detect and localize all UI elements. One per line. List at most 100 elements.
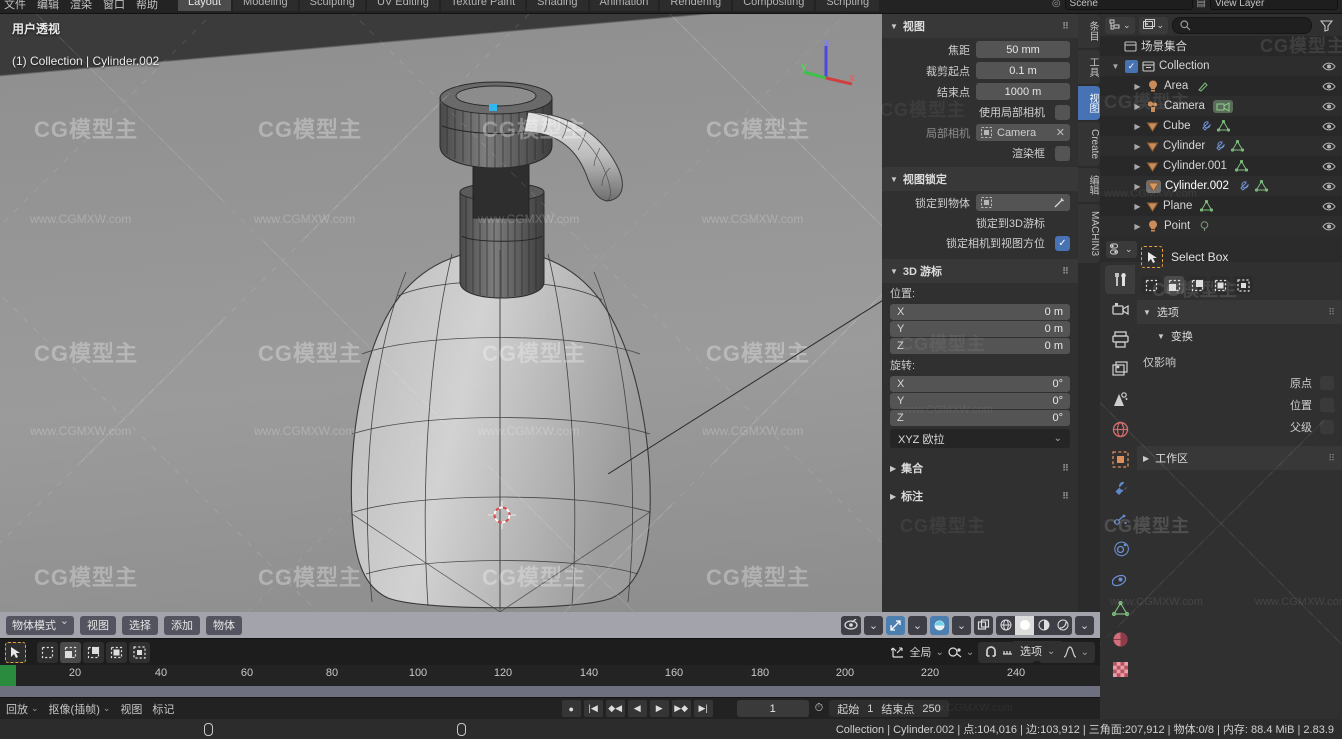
shading-rendered-icon[interactable]: [1053, 616, 1072, 635]
properties-tab-output[interactable]: [1105, 325, 1135, 354]
local-camera-field[interactable]: Camera ✕: [976, 124, 1070, 141]
affect-origins-checkbox[interactable]: [1320, 376, 1334, 390]
menu-edit[interactable]: 编辑: [37, 0, 59, 12]
3d-viewport[interactable]: CG模型主 CG模型主 CG模型主 CG模型主 CG模型主 CG模型主 CG模型…: [0, 14, 882, 612]
tab-modeling[interactable]: Modeling: [233, 0, 298, 11]
plane-expand-triangle-right-icon[interactable]: ▶: [1132, 202, 1143, 211]
visibility-eye-icon[interactable]: [1322, 61, 1336, 72]
falloff-chevron-down-icon[interactable]: ⌄: [1081, 647, 1089, 658]
select-box-tool-icon[interactable]: [1141, 246, 1163, 268]
prev-keyframe-button[interactable]: ◆◀: [605, 700, 625, 717]
timeline-menu-view[interactable]: 视图: [120, 701, 142, 717]
transform-section-header[interactable]: ▼ 变换: [1137, 324, 1342, 348]
visibility-eye-icon[interactable]: [1322, 141, 1336, 152]
cursor-position-z[interactable]: Z 0 m: [890, 338, 1070, 354]
cursor-position-y[interactable]: Y 0 m: [890, 321, 1070, 337]
select-intersect-icon[interactable]: [1233, 276, 1253, 294]
visibility-eye-icon[interactable]: [1322, 201, 1336, 212]
select-set-icon[interactable]: [37, 641, 58, 663]
properties-tab-tool[interactable]: [1105, 265, 1135, 294]
viewport-options-button[interactable]: 选项 ⌄: [1012, 641, 1064, 661]
visibility-eye-icon[interactable]: [1322, 221, 1336, 232]
frame-range-fields[interactable]: 起始 1 结束点 250: [829, 700, 949, 717]
sidebar-tab-tool[interactable]: 工具: [1078, 50, 1100, 84]
viewport-menu-object[interactable]: 物体: [206, 615, 242, 635]
select-invert-icon[interactable]: [1210, 276, 1230, 294]
outliner-filter-display-button[interactable]: ⌄: [1138, 16, 1169, 34]
overlays-dropdown-icon[interactable]: ⌄: [908, 615, 927, 635]
lock-camera-checkbox[interactable]: ✓: [1055, 235, 1070, 251]
collections-section-header[interactable]: ▶ 集合 ⠿: [882, 456, 1078, 480]
collection-checkbox[interactable]: ✓: [1125, 59, 1138, 73]
shading-solid-icon[interactable]: [1015, 615, 1034, 635]
outliner-row-camera[interactable]: ▶ Camera: [1100, 96, 1342, 116]
properties-tab-data[interactable]: [1105, 595, 1135, 624]
cursor-section-header[interactable]: ▼ 3D 游标 ⠿: [882, 259, 1078, 283]
toggle-xray-icon[interactable]: [974, 615, 993, 635]
visibility-eye-icon[interactable]: [1322, 81, 1336, 92]
outliner-scene-collection-row[interactable]: 场景集合: [1100, 36, 1342, 56]
play-button[interactable]: ▶: [649, 700, 669, 717]
menu-help[interactable]: 帮助: [136, 0, 158, 12]
affect-locations-row[interactable]: 位置: [1137, 394, 1342, 416]
properties-tab-particles[interactable]: [1105, 505, 1135, 534]
outliner-row-point[interactable]: ▶ Point: [1100, 216, 1342, 236]
jump-to-end-button[interactable]: ▶|: [693, 700, 713, 717]
select-subtract-icon[interactable]: [1187, 276, 1207, 294]
jump-to-start-button[interactable]: |◀: [583, 700, 603, 717]
properties-tab-material[interactable]: [1105, 625, 1135, 654]
cursor-rotation-x[interactable]: X 0°: [890, 376, 1070, 392]
tab-compositing[interactable]: Compositing: [733, 0, 815, 11]
sidebar-tab-view[interactable]: 视图: [1078, 86, 1100, 120]
camera-expand-triangle-right-icon[interactable]: ▶: [1132, 102, 1143, 111]
outliner-row-area[interactable]: ▶ Area: [1100, 76, 1342, 96]
timeline-menu-keying[interactable]: 抠像(插帧) ⌄: [49, 701, 111, 717]
properties-editor-type-button[interactable]: ⌄: [1106, 240, 1137, 258]
collection-expand-triangle-down-icon[interactable]: ▼: [1110, 62, 1121, 71]
clear-local-camera-icon[interactable]: ✕: [1056, 126, 1065, 139]
rotation-mode-dropdown[interactable]: XYZ 欧拉 ⌄: [890, 429, 1070, 448]
transform-orientation-icon[interactable]: [891, 645, 905, 659]
view-lock-section-header[interactable]: ▼ 视图锁定: [882, 167, 1078, 191]
focal-length-field[interactable]: 50 mm: [976, 41, 1070, 58]
start-frame-value[interactable]: 1: [867, 703, 873, 715]
select-subtract-icon[interactable]: [83, 641, 104, 663]
viewlayer-field[interactable]: View Layer: [1210, 0, 1338, 10]
properties-tab-texture[interactable]: [1105, 655, 1135, 684]
select-intersect-icon[interactable]: [129, 641, 150, 663]
view-section-header[interactable]: ▼ 视图 ⠿: [882, 14, 1078, 38]
properties-tab-modifier[interactable]: [1105, 475, 1135, 504]
select-set-icon[interactable]: [1141, 276, 1161, 294]
timeline-menu-playback[interactable]: 回放 ⌄: [6, 701, 39, 717]
transform-orientation-value[interactable]: 全局: [909, 644, 931, 660]
pivot-point-control[interactable]: ⌄: [948, 645, 974, 659]
show-overlays-icon[interactable]: [886, 615, 905, 635]
cylinder-expand-triangle-right-icon[interactable]: ▶: [1132, 142, 1143, 151]
sidebar-tab-item[interactable]: 条目: [1078, 14, 1100, 48]
cursor-position-x[interactable]: X 0 m: [890, 304, 1070, 320]
properties-tab-constraint[interactable]: [1105, 565, 1135, 594]
cylinder002-expand-triangle-right-icon[interactable]: ▶: [1132, 182, 1143, 191]
tab-texture-paint[interactable]: Texture Paint: [440, 0, 526, 11]
menu-render[interactable]: 渲染: [70, 0, 92, 12]
viewport-menu-view[interactable]: 视图: [80, 615, 116, 635]
cube-expand-triangle-right-icon[interactable]: ▶: [1132, 122, 1143, 131]
mode-selector[interactable]: 物体模式: [6, 614, 74, 635]
select-extend-icon[interactable]: [1164, 276, 1184, 294]
tab-rendering[interactable]: Rendering: [660, 0, 732, 11]
visibility-eye-icon[interactable]: [1322, 181, 1336, 192]
viewport-menu-select[interactable]: 选择: [122, 615, 158, 635]
visibility-eye-icon[interactable]: [1322, 121, 1336, 132]
record-button[interactable]: ●: [561, 700, 581, 717]
scene-browse-icon[interactable]: ◎: [1052, 0, 1061, 9]
select-extend-icon[interactable]: [60, 641, 81, 663]
tab-animation[interactable]: Animation: [589, 0, 659, 11]
affect-parents-row[interactable]: 父级: [1137, 416, 1342, 438]
eyedropper-icon[interactable]: [1054, 197, 1065, 208]
next-keyframe-button[interactable]: ▶◆: [671, 700, 691, 717]
affect-locations-checkbox[interactable]: [1320, 398, 1334, 412]
workspace-section-header[interactable]: ▶ 工作区 ⠿: [1137, 446, 1342, 470]
properties-tab-scene[interactable]: [1105, 385, 1135, 414]
local-camera-checkbox[interactable]: [1055, 104, 1070, 120]
play-reverse-button[interactable]: ◀: [627, 700, 647, 717]
